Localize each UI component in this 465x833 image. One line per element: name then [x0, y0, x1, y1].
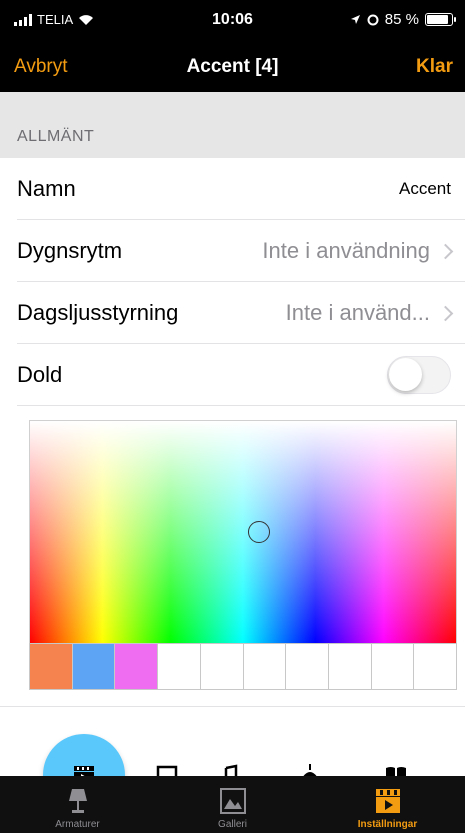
- scene-movie-button[interactable]: [43, 734, 125, 776]
- hidden-toggle[interactable]: [387, 356, 451, 394]
- color-swatch[interactable]: [286, 643, 329, 690]
- page-title: Accent [4]: [186, 56, 279, 77]
- status-right: 85 %: [350, 11, 456, 28]
- battery-label: 85 %: [384, 11, 419, 28]
- color-swatch[interactable]: [200, 643, 244, 690]
- circadian-value: Inte i användning: [262, 238, 430, 263]
- tab-label: Inställningar: [357, 819, 418, 830]
- nav-bar: Avbryt Accent [4] Klar: [0, 40, 465, 92]
- daylight-value: Inte i använd...: [285, 300, 430, 325]
- color-swatch[interactable]: [328, 643, 372, 690]
- name-value[interactable]: Accent: [399, 179, 451, 199]
- lamp-icon: [68, 789, 87, 813]
- chevron-right-icon: [437, 305, 454, 321]
- location-icon: [350, 15, 360, 24]
- settings-content[interactable]: ALLMÄNT Namn Accent Dygnsrytm Inte i anv…: [0, 92, 465, 776]
- scene-reading-button[interactable]: [374, 753, 418, 776]
- color-swatches: [29, 643, 458, 690]
- color-swatch[interactable]: [243, 643, 287, 690]
- settings-list: Namn Accent Dygnsrytm Inte i användning …: [0, 158, 465, 406]
- name-row[interactable]: Namn Accent: [0, 158, 465, 220]
- tab-label: Galleri: [218, 819, 247, 830]
- color-swatch[interactable]: [115, 643, 159, 690]
- daylight-row[interactable]: Dagsljusstyrning Inte i använd...: [0, 282, 465, 344]
- color-swatch[interactable]: [29, 643, 73, 690]
- music-note-icon: [224, 764, 238, 776]
- circadian-label: Dygnsrytm: [17, 238, 123, 263]
- daylight-label: Dagsljusstyrning: [17, 300, 179, 325]
- tab-gallery[interactable]: Galleri: [155, 776, 310, 833]
- tab-label: Armaturer: [55, 819, 100, 830]
- dining-lamp-icon: [303, 764, 317, 776]
- chevron-right-icon: [437, 243, 454, 259]
- color-picker-section: [0, 406, 465, 706]
- color-cursor[interactable]: [248, 521, 270, 543]
- gallery-icon: [219, 788, 246, 814]
- battery-icon: [425, 13, 456, 26]
- book-icon: [386, 767, 406, 776]
- hidden-label: Dold: [17, 362, 63, 387]
- scene-bar: ?: [0, 706, 465, 776]
- section-header: ALLMÄNT: [0, 92, 465, 158]
- hidden-row: Dold: [0, 344, 465, 406]
- status-bar: TELIA 10:06 85 %: [0, 0, 465, 40]
- cancel-button[interactable]: Avbryt: [14, 56, 68, 78]
- alarm-icon: [367, 14, 379, 25]
- tab-settings[interactable]: Inställningar: [310, 776, 465, 833]
- clapperboard-icon: [74, 766, 94, 776]
- tab-fixtures[interactable]: Armaturer: [0, 776, 155, 833]
- circadian-row[interactable]: Dygnsrytm Inte i användning: [0, 220, 465, 282]
- scene-tv-button[interactable]: [145, 753, 189, 776]
- color-swatch[interactable]: [414, 643, 458, 690]
- tab-bar: Armaturer Galleri Inställningar: [0, 776, 465, 833]
- color-swatch[interactable]: [72, 643, 116, 690]
- clapperboard-icon: [375, 789, 400, 813]
- scene-dining-button[interactable]: [288, 753, 332, 776]
- name-label: Namn: [17, 176, 76, 201]
- color-picker[interactable]: [29, 420, 457, 643]
- scene-music-button[interactable]: [207, 753, 251, 776]
- done-button[interactable]: Klar: [416, 56, 453, 78]
- tv-icon: [156, 765, 178, 776]
- color-swatch[interactable]: [371, 643, 415, 690]
- color-swatch[interactable]: [158, 643, 201, 690]
